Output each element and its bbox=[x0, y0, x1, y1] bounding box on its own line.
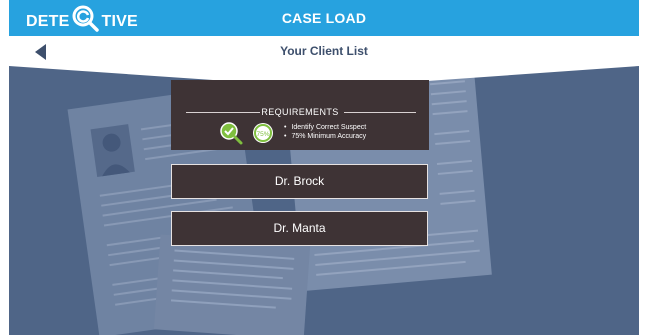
requirements-title: REQUIREMENTS bbox=[261, 107, 339, 117]
subheader-title: Your Client List bbox=[280, 44, 368, 58]
accuracy-badge-text: 75% bbox=[256, 131, 269, 138]
client-button-dr-manta[interactable]: Dr. Manta bbox=[171, 211, 428, 246]
check-magnifier-icon bbox=[220, 122, 243, 145]
resume-document-bottom bbox=[153, 234, 311, 335]
requirements-list: Identify Correct Suspect 75% Minimum Acc… bbox=[284, 124, 366, 141]
client-button-dr-brock[interactable]: Dr. Brock bbox=[171, 164, 428, 199]
page-title: CASE LOAD bbox=[281, 10, 367, 26]
accuracy-badge-icon: 75% bbox=[253, 123, 273, 143]
requirement-item: 75% Minimum Accuracy bbox=[284, 133, 366, 142]
requirement-item: Identify Correct Suspect bbox=[284, 124, 366, 133]
screen: DETE TIVE CASE LOAD Your Client List REQ… bbox=[0, 0, 645, 335]
app-viewport: DETE TIVE CASE LOAD Your Client List REQ… bbox=[9, 0, 639, 335]
requirements-icons: 75% bbox=[220, 122, 273, 145]
requirements-panel: REQUIREMENTS 75% Identify Correct Suspec… bbox=[171, 80, 429, 150]
top-bar: DETE TIVE CASE LOAD bbox=[9, 0, 639, 36]
